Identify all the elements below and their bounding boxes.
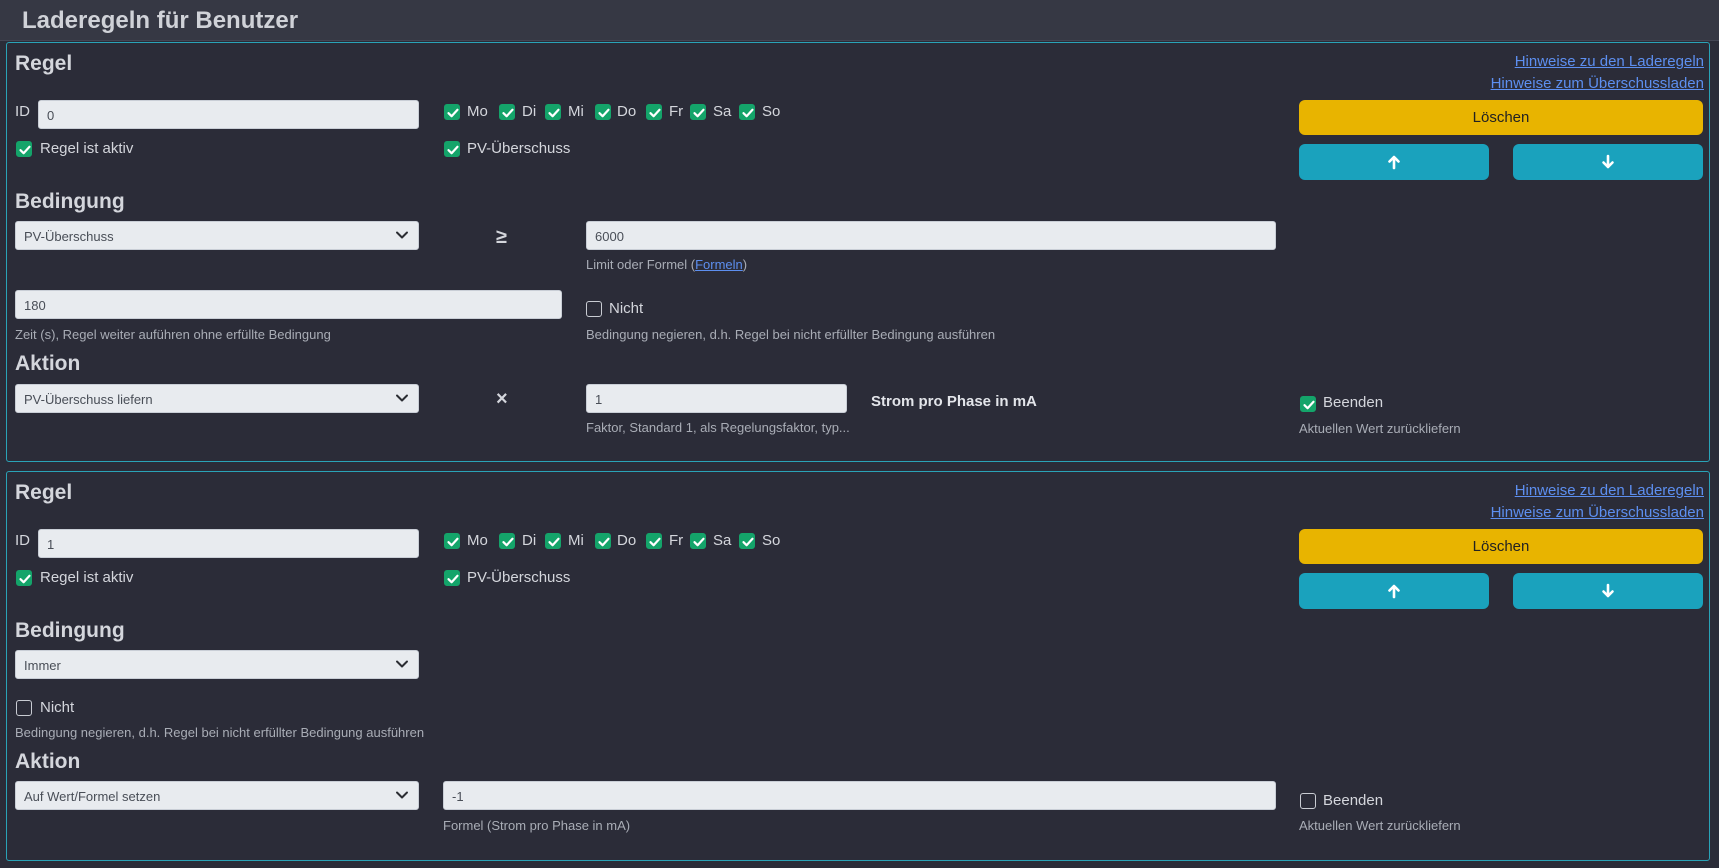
- day-so-label: So: [762, 103, 781, 120]
- day-mo-checkbox[interactable]: [444, 533, 460, 549]
- operator-symbol: ≥: [496, 226, 507, 248]
- action-select[interactable]: Auf Wert/Formel setzen: [15, 781, 419, 810]
- arrow-up-icon: [1387, 583, 1401, 599]
- delete-button[interactable]: Löschen: [1299, 100, 1703, 135]
- finish-help-text: Aktuellen Wert zurückliefern: [1299, 421, 1461, 436]
- day-mi-checkbox[interactable]: [545, 104, 561, 120]
- pv-surplus-label: PV-Überschuss: [467, 140, 571, 157]
- finish-label: Beenden: [1323, 394, 1384, 411]
- day-sa-checkbox[interactable]: [690, 104, 706, 120]
- day-do-checkbox[interactable]: [595, 104, 611, 120]
- condition-heading: Bedingung: [15, 619, 125, 642]
- rule-heading: Regel: [15, 52, 73, 75]
- move-down-button[interactable]: [1513, 573, 1703, 609]
- day-do-label: Do: [617, 532, 637, 549]
- hints-surplus-link[interactable]: Hinweise zum Überschussladen: [1491, 504, 1704, 521]
- negate-checkbox[interactable]: [16, 700, 32, 716]
- rule-active-checkbox[interactable]: [16, 141, 32, 157]
- move-up-button[interactable]: [1299, 573, 1489, 609]
- day-di-checkbox[interactable]: [499, 533, 515, 549]
- arrow-down-icon: [1601, 154, 1615, 170]
- day-mo-label: Mo: [467, 103, 488, 120]
- condition-select-value: Immer: [24, 658, 61, 673]
- delete-button[interactable]: Löschen: [1299, 529, 1703, 564]
- rule-heading: Regel: [15, 481, 73, 504]
- hints-surplus-link[interactable]: Hinweise zum Überschussladen: [1491, 75, 1704, 92]
- condition-select[interactable]: PV-Überschuss: [15, 221, 419, 250]
- rule-active-label: Regel ist aktiv: [40, 140, 134, 157]
- day-mi-checkbox[interactable]: [545, 533, 561, 549]
- chevron-down-icon: [395, 659, 409, 669]
- pv-surplus-checkbox[interactable]: [444, 570, 460, 586]
- id-input[interactable]: 0: [38, 100, 419, 129]
- move-up-button[interactable]: [1299, 144, 1489, 180]
- condition-heading: Bedingung: [15, 190, 125, 213]
- day-do-label: Do: [617, 103, 637, 120]
- unit-label: Strom pro Phase in mA: [871, 393, 1037, 410]
- day-mo-checkbox[interactable]: [444, 104, 460, 120]
- chevron-down-icon: [395, 393, 409, 403]
- factor-help-text: Faktor, Standard 1, als Regelungsfaktor,…: [586, 420, 850, 435]
- factor-input[interactable]: 1: [586, 384, 847, 413]
- condition-select[interactable]: Immer: [15, 650, 419, 679]
- finish-checkbox[interactable]: [1300, 793, 1316, 809]
- multiply-symbol: ×: [496, 388, 508, 410]
- arrow-up-icon: [1387, 154, 1401, 170]
- chevron-down-icon: [395, 790, 409, 800]
- finish-help-text: Aktuellen Wert zurückliefern: [1299, 818, 1461, 833]
- formulas-link[interactable]: Formeln: [695, 257, 743, 272]
- formula-input[interactable]: -1: [443, 781, 1276, 810]
- hints-rules-link[interactable]: Hinweise zu den Laderegeln: [1515, 482, 1704, 499]
- day-sa-label: Sa: [713, 532, 732, 549]
- day-di-checkbox[interactable]: [499, 104, 515, 120]
- day-fr-checkbox[interactable]: [646, 104, 662, 120]
- action-heading: Aktion: [15, 750, 81, 773]
- time-input[interactable]: 180: [15, 290, 562, 319]
- day-fr-checkbox[interactable]: [646, 533, 662, 549]
- move-down-button[interactable]: [1513, 144, 1703, 180]
- day-di-label: Di: [522, 532, 537, 549]
- day-sa-label: Sa: [713, 103, 732, 120]
- limit-help-text: Limit oder Formel (Formeln): [586, 257, 748, 272]
- day-fr-label: Fr: [669, 532, 684, 549]
- limit-input[interactable]: 6000: [586, 221, 1276, 250]
- day-so-checkbox[interactable]: [739, 104, 755, 120]
- arrow-down-icon: [1601, 583, 1615, 599]
- pv-surplus-label: PV-Überschuss: [467, 569, 571, 586]
- day-mi-label: Mi: [568, 532, 584, 549]
- day-so-label: So: [762, 532, 781, 549]
- pv-surplus-checkbox[interactable]: [444, 141, 460, 157]
- negate-help-text: Bedingung negieren, d.h. Regel bei nicht…: [15, 725, 425, 740]
- day-sa-checkbox[interactable]: [690, 533, 706, 549]
- formula-help-text: Formel (Strom pro Phase in mA): [443, 818, 631, 833]
- page-title: Laderegeln für Benutzer: [22, 7, 299, 34]
- day-so-checkbox[interactable]: [739, 533, 755, 549]
- page-header: Laderegeln für Benutzer: [0, 0, 1719, 41]
- action-heading: Aktion: [15, 352, 81, 375]
- negate-checkbox[interactable]: [586, 301, 602, 317]
- finish-checkbox[interactable]: [1300, 396, 1316, 412]
- time-help-text: Zeit (s), Regel weiter auführen ohne erf…: [15, 327, 331, 342]
- day-mo-label: Mo: [467, 532, 488, 549]
- day-di-label: Di: [522, 103, 537, 120]
- action-select-value: PV-Überschuss liefern: [24, 392, 153, 407]
- hints-rules-link[interactable]: Hinweise zu den Laderegeln: [1515, 53, 1704, 70]
- id-label: ID: [15, 532, 30, 549]
- negate-help-text: Bedingung negieren, d.h. Regel bei nicht…: [586, 327, 996, 342]
- action-select-value: Auf Wert/Formel setzen: [24, 789, 161, 804]
- negate-label: Nicht: [609, 300, 644, 317]
- finish-label: Beenden: [1323, 792, 1384, 809]
- id-input[interactable]: 1: [38, 529, 419, 558]
- day-do-checkbox[interactable]: [595, 533, 611, 549]
- id-label: ID: [15, 103, 30, 120]
- negate-label: Nicht: [40, 699, 75, 716]
- chevron-down-icon: [395, 230, 409, 240]
- rule-active-label: Regel ist aktiv: [40, 569, 134, 586]
- condition-select-value: PV-Überschuss: [24, 229, 114, 244]
- day-mi-label: Mi: [568, 103, 584, 120]
- action-select[interactable]: PV-Überschuss liefern: [15, 384, 419, 413]
- rule-active-checkbox[interactable]: [16, 570, 32, 586]
- day-fr-label: Fr: [669, 103, 684, 120]
